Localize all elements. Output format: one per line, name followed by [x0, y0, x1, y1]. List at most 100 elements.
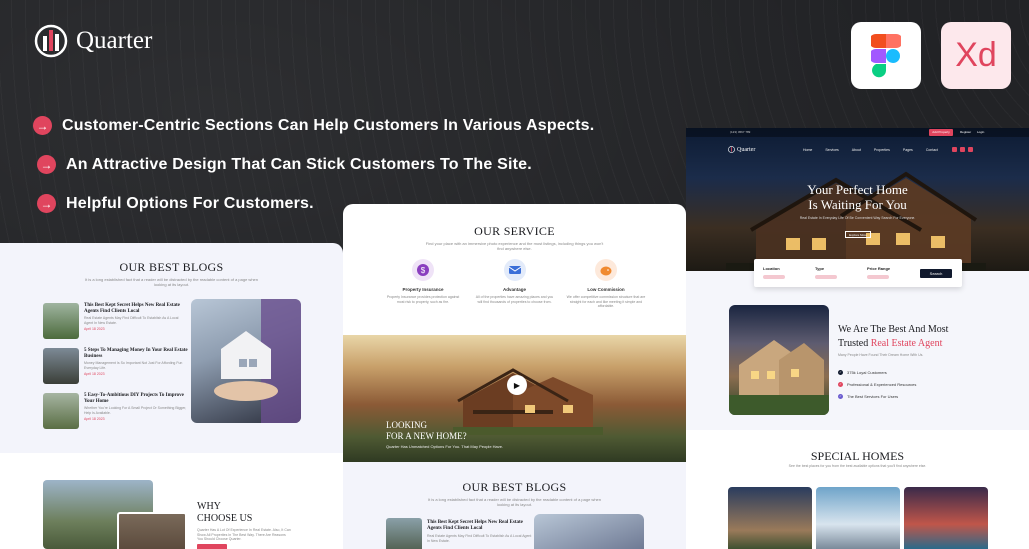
special-homes-title: SPECIAL HOMES: [810, 449, 905, 463]
video-heading-line1: LOOKING: [386, 420, 427, 430]
service-subtitle: Find your place with an immersive photo …: [425, 241, 604, 251]
blog-title[interactable]: 5 Steps To Managing Money In Your Real E…: [84, 348, 188, 360]
best-title-line2: Trusted: [838, 338, 871, 349]
best-title-line1: We Are The Best And Most: [838, 324, 949, 335]
why-title-line2: CHOOSE US: [197, 513, 253, 524]
blog-thumbnail: [43, 393, 79, 429]
topbar-phone: (123) 4567 789: [730, 130, 751, 134]
explore-button[interactable]: Explore More: [845, 231, 871, 238]
hero-title: Your Perfect Home Is Waiting For You: [686, 182, 1029, 212]
type-label: Type: [815, 266, 825, 271]
blog-title[interactable]: This Best Kept Secret Helps New Real Est…: [84, 303, 188, 315]
service-card[interactable]: Advantage All of the properties have ama…: [475, 259, 555, 309]
login-link[interactable]: Login: [977, 130, 984, 134]
why-image-inset: [117, 512, 187, 549]
nav-brand[interactable]: Quarter: [728, 146, 755, 153]
video-banner: ▶ LOOKING FOR A NEW HOME? Quarter Has Un…: [343, 335, 686, 462]
service-card[interactable]: Low Commission We offer competitive comm…: [566, 259, 646, 309]
benefit-text: Professional & Experienced Resources: [847, 381, 917, 387]
nav-item-home[interactable]: Home: [803, 148, 812, 152]
social-links: [952, 147, 973, 152]
property-search: Location Type Price Range Search: [754, 259, 962, 287]
blog-feature-image: [534, 514, 644, 549]
feature-item: → An Attractive Design That Can Stick Cu…: [37, 145, 594, 184]
nav-item-services[interactable]: Services: [825, 148, 838, 152]
best-agent-title: We Are The Best And Most Trusted Real Es…: [838, 323, 978, 351]
search-button[interactable]: Search: [920, 269, 952, 278]
blog-date: April 18 2023: [84, 327, 105, 331]
svg-text:$: $: [421, 266, 426, 275]
price-label: Price Range: [867, 266, 891, 271]
special-home-card[interactable]: [816, 487, 900, 549]
why-button[interactable]: [197, 544, 227, 549]
why-title: WHY CHOOSE US: [197, 501, 252, 525]
nav-item-about[interactable]: About: [852, 148, 861, 152]
service-text: We offer competitive commission structur…: [566, 295, 646, 308]
arrow-right-icon: →: [33, 116, 52, 135]
blog-thumbnail: [43, 303, 79, 339]
hero-title-line1: Your Perfect Home: [807, 182, 908, 197]
check-icon: ✓: [838, 381, 843, 387]
hero-house-illustration: [726, 171, 986, 271]
location-label: Location: [763, 266, 780, 271]
house-illustration: [453, 368, 603, 435]
type-select[interactable]: [815, 275, 837, 279]
services-row: $ Property Insurance Property Insurance …: [383, 259, 646, 309]
social-icon[interactable]: [952, 147, 957, 152]
feature-text: Helpful Options For Customers.: [66, 194, 314, 212]
service-title-text: Advantage: [502, 287, 526, 292]
location-select[interactable]: [763, 275, 785, 279]
why-choose-us-section: WHY CHOOSE US Quarter Has A Lot Of Exper…: [0, 453, 343, 549]
check-icon: ✓: [838, 369, 843, 375]
price-select[interactable]: [867, 275, 889, 279]
special-home-card[interactable]: [904, 487, 988, 549]
arrow-right-icon: →: [37, 155, 56, 174]
service-card[interactable]: $ Property Insurance Property Insurance …: [383, 259, 463, 309]
blog-date: April 18 2023: [84, 417, 105, 421]
best-title-accent: Real Estate Agent: [870, 338, 943, 349]
blogs-subtitle: It is a long established fact that a rea…: [85, 277, 258, 287]
register-link[interactable]: Register: [960, 130, 971, 134]
nav-item-pages[interactable]: Pages: [903, 148, 913, 152]
blog-item[interactable]: 5 Easy-To-Ambitious DIY Projects To Impr…: [43, 393, 188, 436]
blog-excerpt: Whether You're Looking For A Small Proje…: [84, 406, 187, 415]
special-homes-section: SPECIAL HOMES See the best places for yo…: [686, 430, 1029, 549]
service-title-text: Property Insurance: [402, 287, 444, 292]
nav-items: Home Services About Properties Pages Con…: [803, 148, 938, 152]
blog-item[interactable]: 5 Steps To Managing Money In Your Real E…: [43, 348, 188, 391]
social-icon[interactable]: [968, 147, 973, 152]
blog-feature-image: [191, 299, 301, 423]
home-preview-panel: (123) 4567 789 Add Property Register Log…: [686, 128, 1029, 549]
benefit-list: ✓ 375k Loyal Customers ✓ Professional & …: [838, 366, 916, 402]
agent-house-image: [729, 305, 829, 415]
video-heading-line2: FOR A NEW HOME?: [386, 431, 467, 441]
services-preview-panel: OUR SERVICE Find your place with an imme…: [343, 204, 686, 549]
add-property-button[interactable]: Add Property: [929, 129, 953, 136]
blog-thumbnail: [386, 518, 422, 549]
nav-item-properties[interactable]: Properties: [874, 148, 890, 152]
quarter-logo-icon: [34, 24, 68, 58]
nav-brand-name: Quarter: [737, 146, 756, 153]
play-icon: ▶: [513, 380, 521, 390]
brand-name: Quarter: [76, 27, 153, 54]
mid-blogs-section: OUR BEST BLOGS It is a long established …: [343, 462, 686, 549]
social-icon[interactable]: [960, 147, 965, 152]
feature-text: An Attractive Design That Can Stick Cust…: [66, 155, 532, 173]
benefit-item: ✓ The Best Services For Users: [838, 390, 916, 402]
blog-excerpt: Real Estate Agents May Find Difficult To…: [427, 534, 532, 543]
nav-item-contact[interactable]: Contact: [926, 148, 938, 152]
adobe-xd-badge: Xd: [941, 22, 1011, 89]
blog-title[interactable]: This Best Kept Secret Helps New Real Est…: [427, 520, 532, 532]
mid-blogs-subtitle: It is a long established fact that a rea…: [428, 497, 601, 507]
blog-title[interactable]: 5 Easy-To-Ambitious DIY Projects To Impr…: [84, 393, 188, 405]
service-title-text: Low Commission: [587, 287, 625, 292]
blog-list: This Best Kept Secret Helps New Real Est…: [43, 303, 188, 438]
quarter-logo-icon: [728, 146, 735, 153]
why-title-line1: WHY: [197, 501, 221, 512]
play-button[interactable]: ▶: [507, 375, 527, 395]
service-text: All of the properties have amazing place…: [475, 295, 554, 304]
special-home-card[interactable]: [728, 487, 812, 549]
hero-title-line2: Is Waiting For You: [808, 197, 907, 212]
blogs-title: OUR BEST BLOGS: [119, 260, 224, 274]
blog-item[interactable]: This Best Kept Secret Helps New Real Est…: [43, 303, 188, 346]
